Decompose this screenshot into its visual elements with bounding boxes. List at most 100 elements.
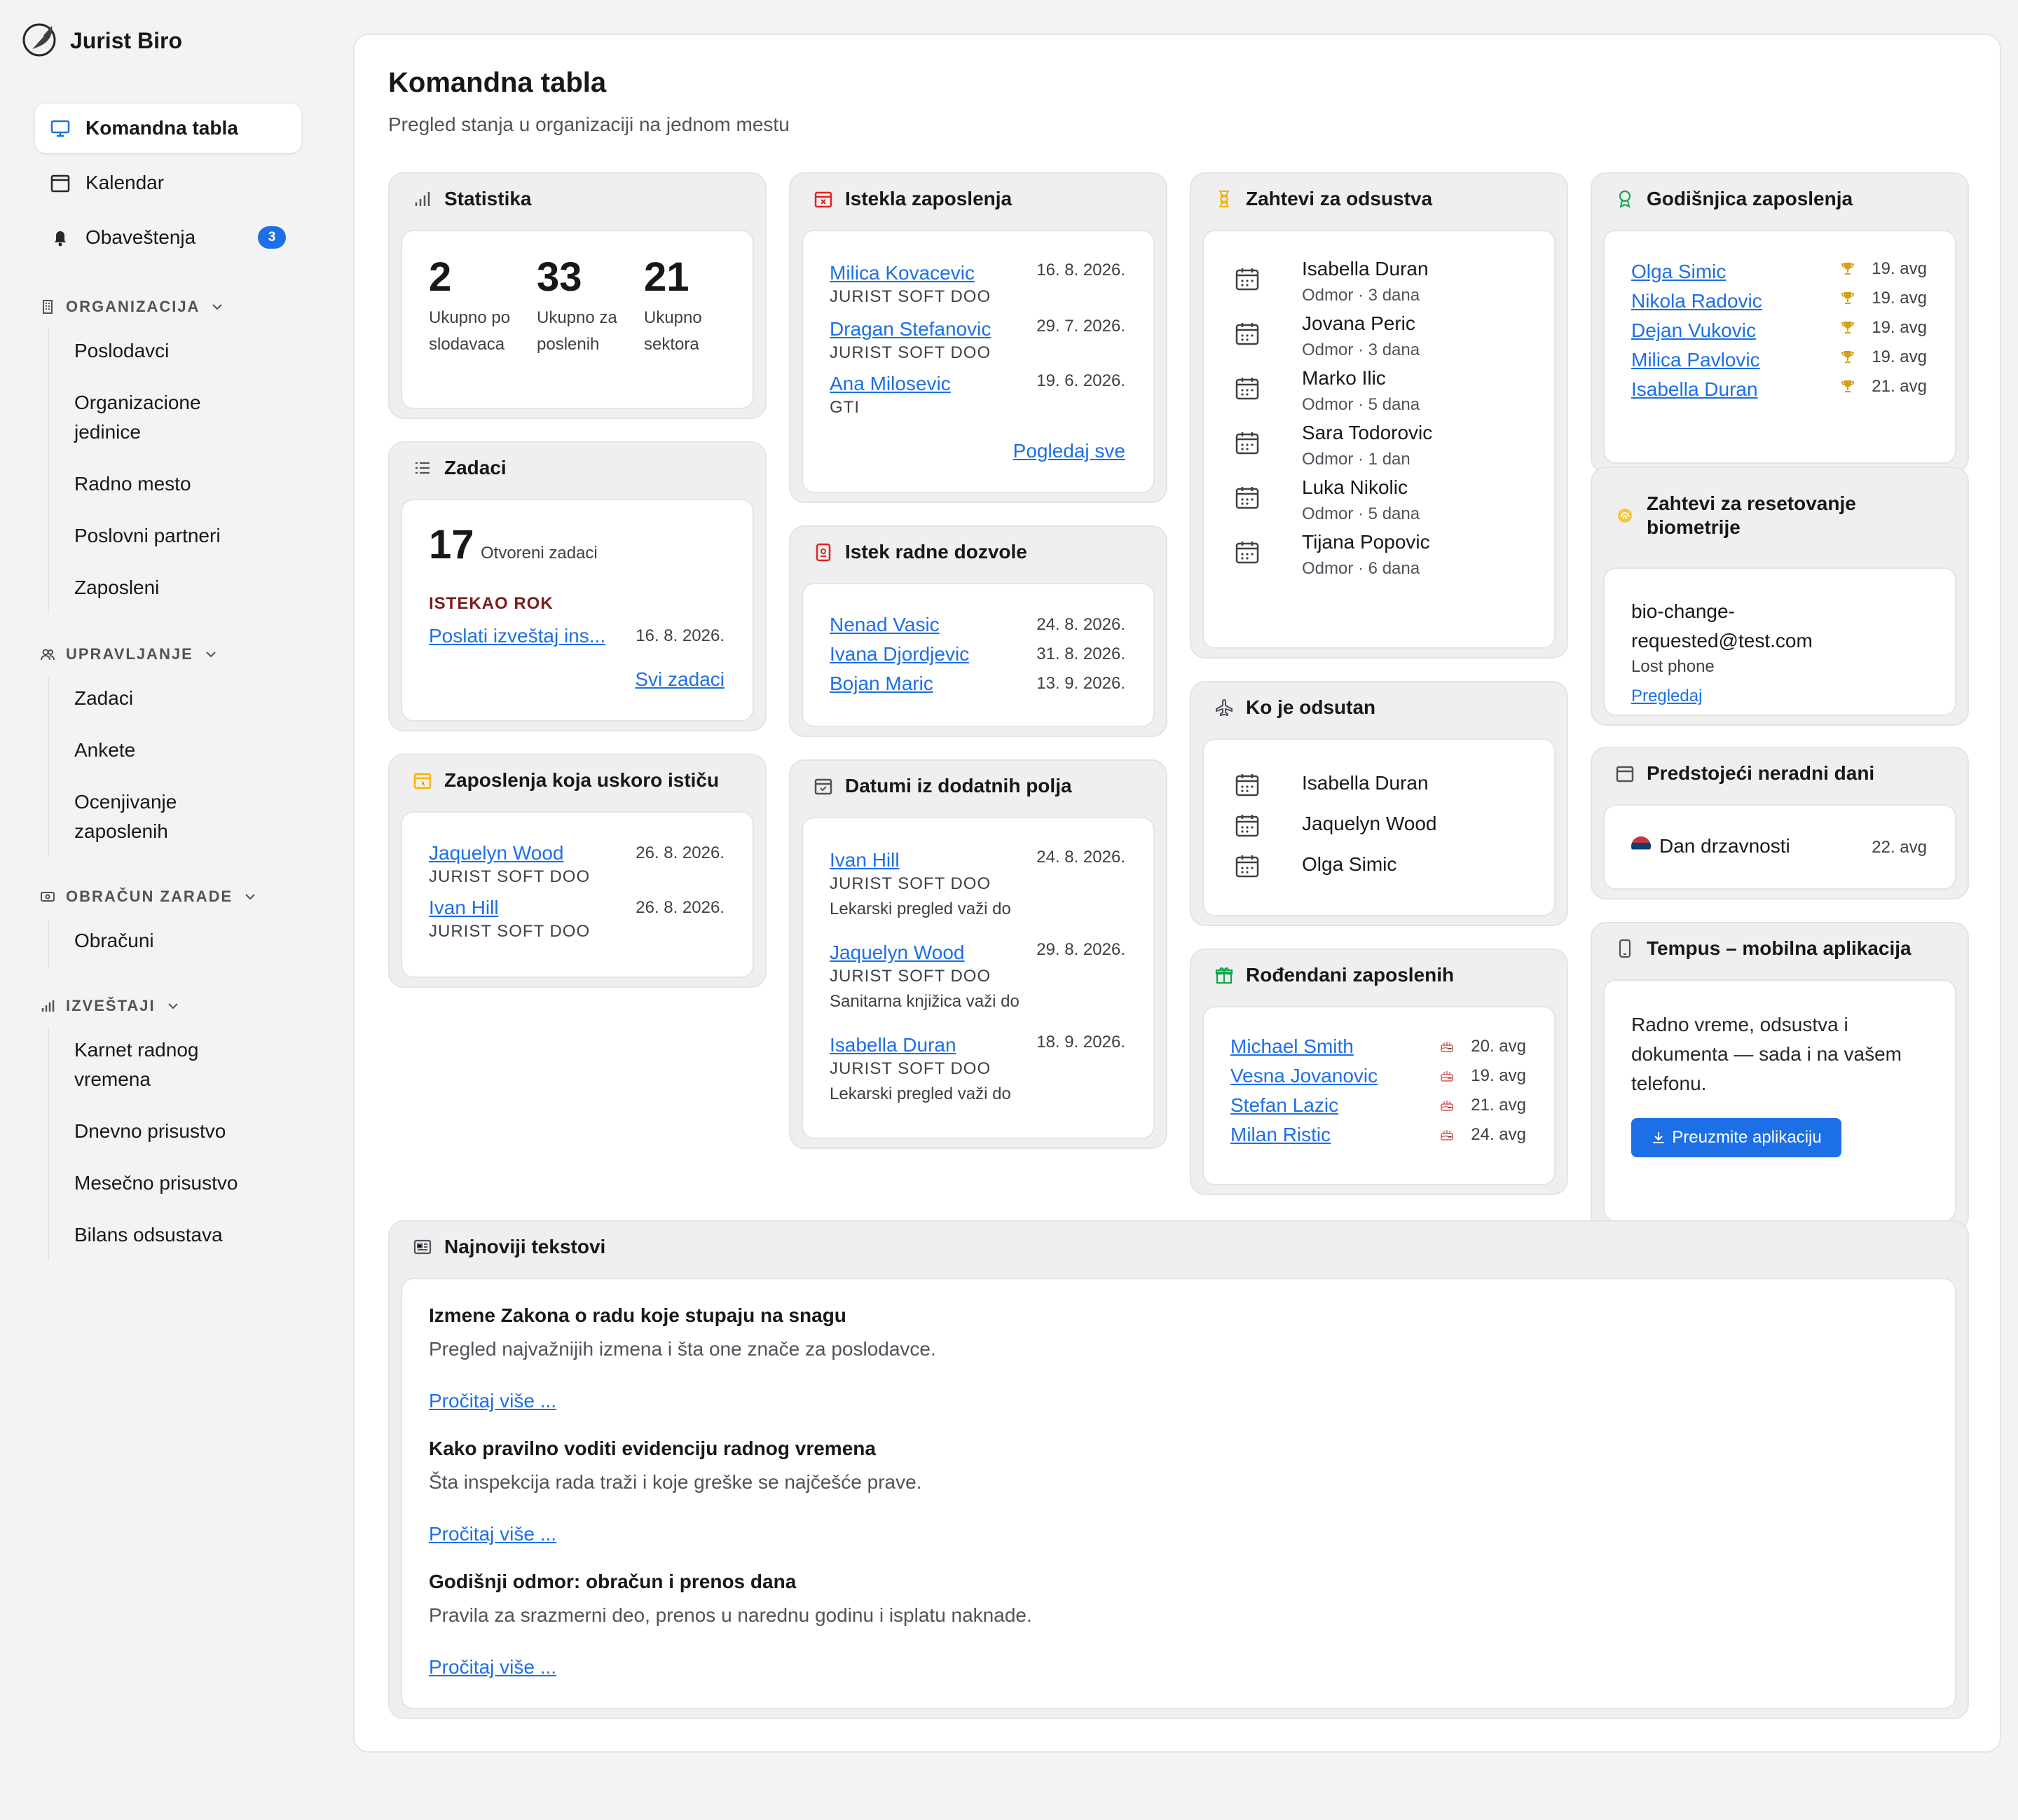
absent-list: Isabella Duran Jaquelyn Wood Olga Simic bbox=[1202, 738, 1556, 916]
gift-icon bbox=[1214, 965, 1235, 986]
company-name: GTI bbox=[830, 398, 860, 417]
section-header-payroll[interactable]: OBRAČUN ZARADE bbox=[35, 883, 308, 911]
employee-link[interactable]: Jaquelyn Wood bbox=[429, 842, 590, 864]
leave-request-list: Isabella Duran Odmor · 3 dana Jovana Peric… bbox=[1202, 230, 1556, 649]
nav-item-label: Komandna tabla bbox=[85, 117, 238, 139]
card-title: Zadaci bbox=[444, 457, 507, 478]
field-name: Lekarski pregled važi do bbox=[830, 1084, 1011, 1103]
award-icon bbox=[1614, 188, 1635, 209]
employee-link[interactable]: Bojan Maric bbox=[830, 673, 933, 695]
trophy-icon bbox=[1840, 378, 1855, 397]
employee-link[interactable]: Jaquelyn Wood bbox=[830, 942, 1020, 964]
employee-name[interactable]: Sara Todorovic bbox=[1302, 422, 1432, 444]
sidebar-item-employers[interactable]: Poslodavci bbox=[74, 329, 308, 377]
sidebar-item-org-units[interactable]: Organizacione jedinice bbox=[74, 377, 256, 458]
sidebar-item-payrolls[interactable]: Obračuni bbox=[74, 919, 308, 967]
absent-employee: Olga Simic bbox=[1302, 853, 1397, 875]
employee-link[interactable]: Michael Smith bbox=[1230, 1035, 1354, 1058]
nav-item-notifications[interactable]: Obaveštenja 3 bbox=[35, 213, 301, 262]
employee-link[interactable]: Nenad Vasic bbox=[830, 614, 940, 636]
employee-link[interactable]: Stefan Lazic bbox=[1230, 1094, 1338, 1117]
employee-link[interactable]: Olga Simic bbox=[1631, 261, 1726, 283]
employee-link[interactable]: Isabella Duran bbox=[1631, 378, 1758, 401]
section-header-organization[interactable]: ORGANIZACIJA bbox=[35, 293, 308, 321]
article-summary: Pregled najvažnijih izmena i šta one zna… bbox=[429, 1338, 936, 1360]
cash-icon bbox=[39, 888, 56, 905]
serbia-flag-icon bbox=[1631, 836, 1651, 856]
card-statistics: Statistika 2 Ukupno poslodavaca 33 Ukupn… bbox=[388, 172, 767, 419]
article-list: Izmene Zakona o radu koje stupaju na sna… bbox=[401, 1278, 1956, 1709]
sidebar-item-tasks[interactable]: Zadaci bbox=[74, 677, 308, 724]
read-more-link[interactable]: Pročitaj više ... bbox=[429, 1656, 556, 1678]
employee-link[interactable]: Dejan Vukovic bbox=[1631, 319, 1756, 342]
sidebar-item-surveys[interactable]: Ankete bbox=[74, 724, 308, 776]
trophy-icon bbox=[1840, 349, 1855, 368]
employee-link[interactable]: Ivan Hill bbox=[429, 897, 590, 919]
list-item: Isabella Duran JURIST SOFT DOO Lekarski … bbox=[830, 1034, 1011, 1104]
employee-link[interactable]: Vesna Jovanovic bbox=[1230, 1065, 1378, 1087]
article-summary: Pravila za srazmerni deo, prenos u nared… bbox=[429, 1604, 1032, 1626]
chevron-down-icon bbox=[210, 299, 225, 315]
open-tasks-count: 17 bbox=[429, 522, 474, 567]
employee-link[interactable]: Ivana Djordjevic bbox=[830, 643, 969, 666]
read-more-link[interactable]: Pročitaj više ... bbox=[429, 1523, 556, 1545]
nav-item-dashboard[interactable]: Komandna tabla bbox=[35, 104, 301, 153]
card-title: Istekla zaposlenja bbox=[845, 188, 1013, 209]
employee-link[interactable]: Ivan Hill bbox=[830, 849, 1011, 871]
employee-link[interactable]: Dragan Stefanovic bbox=[830, 318, 991, 340]
description-line: Radno vreme, odsustva i bbox=[1631, 1014, 1848, 1035]
company-name: JURIST SOFT DOO bbox=[830, 343, 991, 362]
employee-name[interactable]: Isabella Duran bbox=[1302, 258, 1429, 280]
employee-link[interactable]: Milan Ristic bbox=[1230, 1124, 1331, 1146]
brand[interactable]: Jurist Biro bbox=[21, 22, 182, 59]
sidebar-item-evaluation[interactable]: Ocenjivanje zaposlenih bbox=[74, 776, 242, 857]
leave-detail: Odmor · 3 dana bbox=[1302, 340, 1420, 359]
nav-item-calendar[interactable]: Kalendar bbox=[35, 158, 301, 207]
section-header-management[interactable]: UPRAVLJANJE bbox=[35, 640, 308, 668]
review-link[interactable]: Pregledaj bbox=[1631, 687, 1702, 706]
stat-label: Ukupno poslodavaca bbox=[429, 308, 511, 354]
sidebar-item-employees[interactable]: Zaposleni bbox=[74, 562, 308, 614]
employee-link[interactable]: Milica Kovacevic bbox=[830, 262, 991, 284]
view-all-link[interactable]: Pogledaj sve bbox=[1013, 440, 1125, 462]
card-latest-articles: Najnoviji tekstovi Izmene Zakona o radu … bbox=[388, 1220, 1969, 1719]
employee-link[interactable]: Ana Milosevic bbox=[830, 373, 951, 395]
task-link[interactable]: Poslati izveštaj ins... bbox=[429, 625, 618, 647]
sidebar-item-leave-balance[interactable]: Bilans odsustava bbox=[74, 1209, 308, 1261]
list-icon bbox=[412, 457, 433, 478]
employee-name[interactable]: Tijana Popovic bbox=[1302, 531, 1430, 553]
sidebar-item-business-partners[interactable]: Poslovni partneri bbox=[74, 510, 308, 562]
sidebar-item-monthly-attendance[interactable]: Mesečno prisustvo bbox=[74, 1157, 308, 1209]
card-work-anniversary: Godišnjica zaposlenja Olga Simic 19. avg N… bbox=[1591, 172, 1969, 474]
section-title: ORGANIZACIJA bbox=[66, 298, 200, 315]
anniversary-date: 19. avg bbox=[1872, 347, 1927, 366]
employee-name[interactable]: Luka Nikolic bbox=[1302, 476, 1408, 499]
calendar-icon bbox=[1235, 321, 1260, 350]
card-title-line: biometrije bbox=[1647, 516, 1741, 538]
section-title: OBRAČUN ZARADE bbox=[66, 888, 233, 905]
employee-name[interactable]: Marko Ilic bbox=[1302, 367, 1386, 389]
employee-link[interactable]: Nikola Radovic bbox=[1631, 290, 1762, 312]
employee-link[interactable]: Milica Pavlovic bbox=[1631, 349, 1760, 371]
download-app-button[interactable]: Preuzmite aplikaciju bbox=[1631, 1118, 1841, 1157]
card-who-is-absent: Ko je odsutan Isabella Duran Jaquelyn Woo… bbox=[1190, 681, 1568, 926]
company-name: JURIST SOFT DOO bbox=[830, 1059, 991, 1078]
chevron-down-icon bbox=[242, 889, 258, 904]
calendar-icon bbox=[1235, 430, 1260, 459]
card-title: Statistika bbox=[444, 188, 532, 209]
read-more-link[interactable]: Pročitaj više ... bbox=[429, 1390, 556, 1412]
sidebar-item-work-position[interactable]: Radno mesto bbox=[74, 458, 308, 510]
leave-detail: Odmor · 1 dan bbox=[1302, 450, 1410, 469]
employee-link[interactable]: Isabella Duran bbox=[830, 1034, 1011, 1056]
open-tasks-label: Otvoreni zadaci bbox=[481, 544, 598, 563]
article-title: Kako pravilno voditi evidenciju radnog v… bbox=[429, 1438, 876, 1459]
employee-name[interactable]: Jovana Peric bbox=[1302, 312, 1415, 335]
sidebar-item-daily-attendance[interactable]: Dnevno prisustvo bbox=[74, 1105, 308, 1157]
list-item: Ivan Hill JURIST SOFT DOO Lekarski pregl… bbox=[830, 849, 1011, 919]
section-header-reports[interactable]: IZVEŠTAJI bbox=[35, 992, 308, 1020]
sidebar-item-time-sheet[interactable]: Karnet radnog vremena bbox=[74, 1028, 242, 1105]
nav-item-label: Kalendar bbox=[85, 172, 165, 193]
all-tasks-link[interactable]: Svi zadaci bbox=[635, 668, 725, 691]
article-title: Godišnji odmor: obračun i prenos dana bbox=[429, 1571, 797, 1592]
permit-date: 13. 9. 2026. bbox=[1036, 674, 1125, 693]
